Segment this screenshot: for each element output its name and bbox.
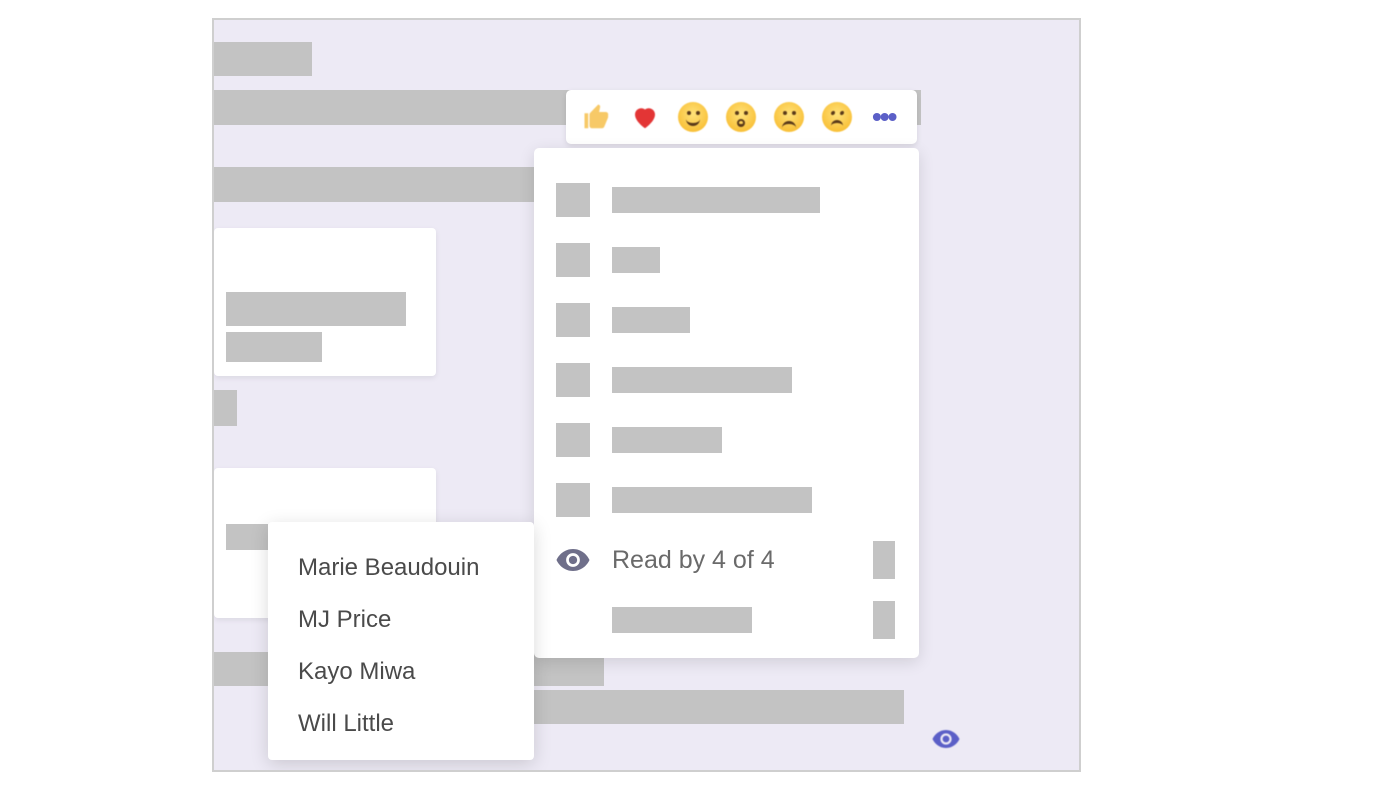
menu-item-icon — [556, 483, 590, 517]
menu-item-icon — [556, 303, 590, 337]
reaction-surprised[interactable] — [724, 100, 758, 134]
reader-name: Will Little — [298, 698, 534, 750]
reader-name: MJ Price — [298, 594, 534, 646]
placeholder-bar — [519, 690, 904, 724]
reaction-sad[interactable] — [772, 100, 806, 134]
chat-window: ••• Read by — [212, 18, 1081, 772]
message-card — [214, 228, 436, 376]
placeholder-bar — [226, 292, 406, 326]
reaction-like[interactable] — [580, 100, 614, 134]
submenu-arrow-icon — [873, 601, 895, 639]
more-options-button[interactable]: ••• — [868, 101, 899, 133]
menu-item-label — [612, 187, 820, 213]
angry-icon — [822, 102, 852, 132]
menu-item-icon — [556, 183, 590, 217]
menu-item[interactable] — [556, 470, 901, 530]
laugh-icon — [678, 102, 708, 132]
sad-icon — [774, 102, 804, 132]
menu-item-label — [612, 307, 690, 333]
surprised-icon — [726, 102, 756, 132]
seen-indicator-icon — [932, 730, 960, 753]
thumbs-up-icon — [582, 102, 612, 132]
menu-item-label — [612, 427, 722, 453]
read-by-label: Read by 4 of 4 — [612, 546, 775, 575]
placeholder-bar — [214, 167, 536, 202]
reader-name: Marie Beaudouin — [298, 542, 534, 594]
menu-item-icon — [556, 423, 590, 457]
reaction-angry[interactable] — [820, 100, 854, 134]
menu-item-label — [612, 487, 812, 513]
reader-name: Kayo Miwa — [298, 646, 534, 698]
menu-item[interactable] — [556, 410, 901, 470]
menu-item[interactable] — [556, 230, 901, 290]
placeholder-bar — [214, 42, 312, 76]
submenu-arrow-icon — [873, 541, 895, 579]
readers-tooltip: Marie Beaudouin MJ Price Kayo Miwa Will … — [268, 522, 534, 760]
heart-icon — [630, 102, 660, 132]
menu-item-label — [612, 607, 752, 633]
reaction-toolbar: ••• — [566, 90, 917, 144]
message-context-menu: Read by 4 of 4 — [534, 148, 919, 658]
menu-item[interactable] — [556, 350, 901, 410]
menu-item[interactable] — [556, 290, 901, 350]
menu-item-read-by[interactable]: Read by 4 of 4 — [556, 530, 901, 590]
placeholder-bar — [226, 332, 322, 362]
eye-icon — [556, 543, 590, 577]
menu-item-icon — [556, 363, 590, 397]
menu-item-icon — [556, 243, 590, 277]
reaction-heart[interactable] — [628, 100, 662, 134]
placeholder-bar — [214, 390, 237, 426]
menu-item[interactable] — [556, 590, 901, 650]
menu-item-label — [612, 367, 792, 393]
placeholder-bar — [226, 524, 268, 550]
reaction-laugh[interactable] — [676, 100, 710, 134]
menu-item-label — [612, 247, 660, 273]
menu-item[interactable] — [556, 170, 901, 230]
menu-item-icon — [556, 603, 590, 637]
